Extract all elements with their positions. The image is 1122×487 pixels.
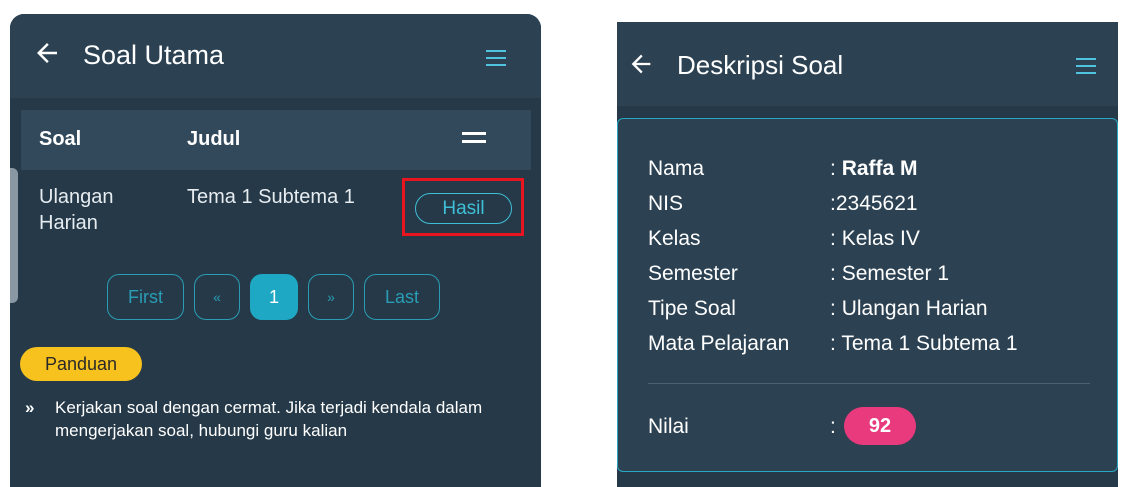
double-chevron-right-icon: » (25, 398, 35, 417)
value-nama: : Raffa M (830, 157, 918, 180)
value-mata-pelajaran: : Tema 1 Subtema 1 (830, 332, 1018, 355)
guide-text: Kerjakan soal dengan cermat. Jika terjad… (55, 398, 483, 440)
equals-icon[interactable] (462, 132, 486, 146)
nilai-badge: 92 (844, 407, 916, 445)
label-kelas: Kelas (648, 227, 701, 250)
arrow-left-icon[interactable] (627, 50, 655, 78)
divider (648, 383, 1090, 384)
value-tipe-soal: : Ulangan Harian (830, 297, 988, 320)
page-title: Soal Utama (83, 40, 225, 70)
nilai-separator: : (830, 415, 836, 438)
side-drawer-handle[interactable] (10, 168, 18, 303)
cell-judul: Tema 1 Subtema 1 (187, 186, 355, 208)
menu-icon[interactable] (1076, 58, 1096, 74)
page-title: Deskripsi Soal (677, 50, 844, 80)
deskripsi-soal-screen: Deskripsi Soal Nama : Raffa M NIS :23456… (617, 22, 1118, 487)
app-header: Deskripsi Soal (617, 22, 1118, 106)
arrow-left-icon[interactable] (32, 38, 62, 68)
hasil-button[interactable]: Hasil (415, 193, 512, 224)
value-semester: : Semester 1 (830, 262, 950, 285)
pagination-page-1[interactable]: 1 (250, 274, 298, 320)
pagination-prev[interactable]: « (194, 274, 240, 320)
label-semester: Semester (648, 262, 738, 285)
column-header-soal: Soal (39, 128, 82, 150)
description-card: Nama : Raffa M NIS :2345621 Kelas : Kela… (617, 118, 1118, 472)
pagination-last[interactable]: Last (364, 274, 440, 320)
label-nama: Nama (648, 157, 705, 180)
soal-utama-screen: Soal Utama Soal Judul Ulangan Harian Tem… (10, 14, 541, 487)
menu-icon[interactable] (486, 50, 506, 66)
label-nilai: Nilai (648, 415, 689, 438)
column-header-judul: Judul (187, 128, 241, 150)
table-header: Soal Judul (21, 110, 531, 170)
cell-soal: Ulangan Harian (39, 186, 114, 234)
panduan-badge[interactable]: Panduan (20, 347, 142, 381)
pagination-first[interactable]: First (107, 274, 184, 320)
pagination-next[interactable]: » (308, 274, 354, 320)
label-mata-pelajaran: Mata Pelajaran (648, 332, 790, 355)
label-nis: NIS (648, 192, 684, 215)
app-header: Soal Utama (10, 14, 541, 98)
label-tipe-soal: Tipe Soal (648, 297, 736, 320)
value-nis: :2345621 (830, 192, 918, 215)
value-kelas: : Kelas IV (830, 227, 920, 250)
